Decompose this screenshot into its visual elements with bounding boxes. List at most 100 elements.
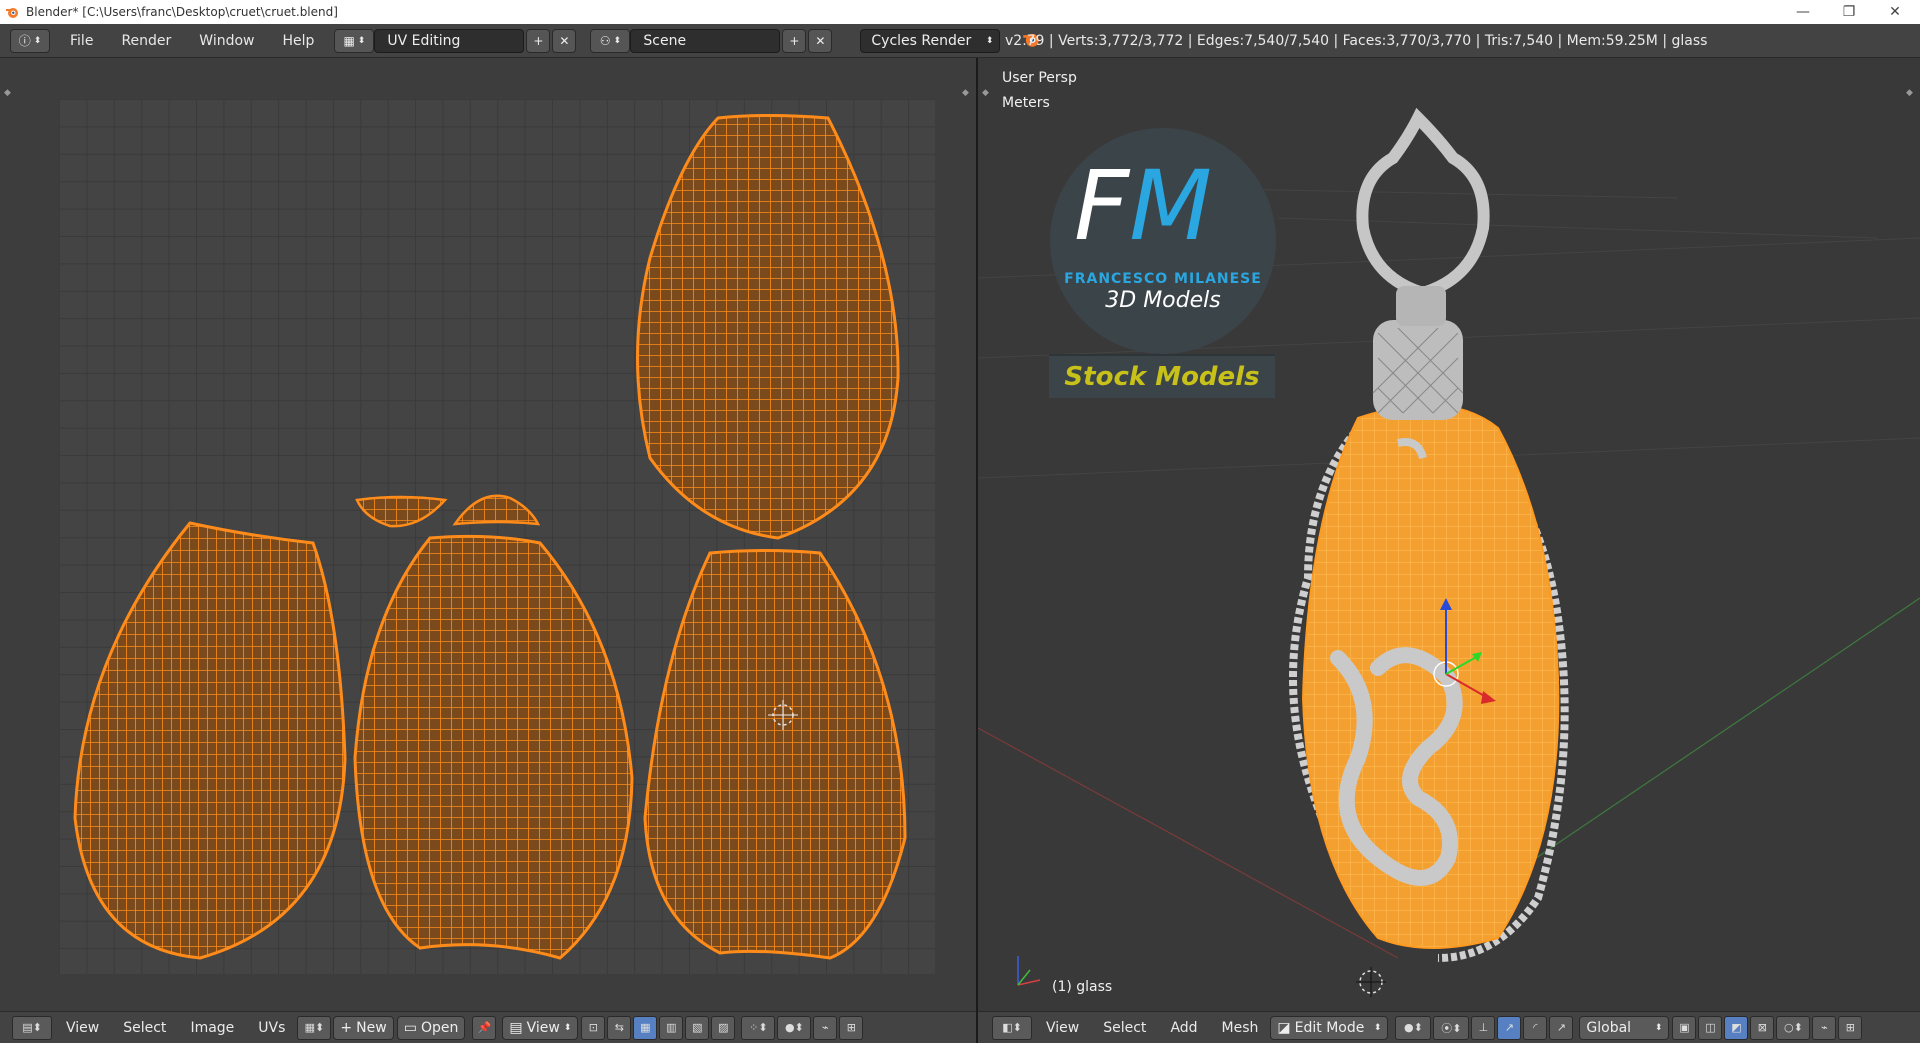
occlude-geometry-button[interactable]: ⊠ [1750, 1015, 1775, 1040]
image-browse-button[interactable]: ▦⬍ [297, 1015, 332, 1040]
bottle-body[interactable] [1301, 404, 1560, 949]
vertex-mode-icon: ◫ [1705, 1021, 1716, 1034]
view-mode-dropdown[interactable]: ▤ View ⬍ [502, 1015, 579, 1040]
uv-menu-uvs[interactable]: UVs [246, 1020, 297, 1036]
screen-layout-icon-button[interactable]: ▦ ⬍ [334, 28, 375, 53]
new-image-label: New [356, 1019, 387, 1036]
view-mode-label: View [526, 1019, 560, 1036]
menu-file[interactable]: File [56, 33, 107, 49]
scene-icon-button[interactable]: ⚇ ⬍ [590, 28, 631, 53]
snap-element-button[interactable]: ⊞ [839, 1015, 864, 1040]
rotate-manipulator[interactable]: ◜ [1523, 1015, 1548, 1040]
pivot-icon: ⊡ [588, 1021, 598, 1034]
updown-arrows-icon: ⬍ [563, 1022, 572, 1033]
3d-cursor[interactable] [1356, 967, 1386, 997]
add-scene-button[interactable]: + [782, 28, 807, 53]
face-mode-button[interactable]: ◩ [1724, 1015, 1749, 1040]
sticky-select-dropdown[interactable]: ⁘⬍ [741, 1015, 776, 1040]
island-select-button[interactable]: ▨ [711, 1015, 736, 1040]
editor-type-uv-button[interactable]: ▤⬍ [12, 1015, 52, 1040]
rotate-icon: ◜ [1533, 1021, 1538, 1034]
scale-manipulator[interactable]: ↗ [1549, 1015, 1574, 1040]
info-icon: ⓘ [18, 34, 31, 48]
window-titlebar: Blender* [C:\Users\franc\Desktop\cruet\c… [0, 0, 1920, 24]
3d-menu-add[interactable]: Add [1158, 1020, 1209, 1036]
scene-stats: v2.79 | Verts:3,772/3,772 | Edges:7,540/… [1005, 33, 1708, 49]
snap-target-button[interactable]: ⊞ [1838, 1015, 1863, 1040]
uv-island-top-right[interactable] [636, 114, 900, 540]
uv-image-editor[interactable]: ◆ ◆ [0, 58, 976, 1011]
fm-letter-f: F [1074, 150, 1130, 262]
open-image-label: Open [420, 1019, 459, 1036]
3d-menu-select[interactable]: Select [1091, 1020, 1158, 1036]
uv-island-cap-right[interactable] [452, 494, 541, 526]
vertex-mode-button[interactable]: ◫ [1698, 1015, 1723, 1040]
menu-window[interactable]: Window [185, 33, 268, 49]
uv-island-bottom-left[interactable] [73, 521, 347, 960]
updown-arrows-icon: ⬍ [613, 35, 622, 46]
edit-mode-icon: ◪ [1277, 1019, 1291, 1036]
close-button[interactable]: ✕ [1872, 0, 1918, 24]
uv-island-bottom-middle[interactable] [353, 534, 634, 960]
face-select-button[interactable]: ▧ [685, 1015, 710, 1040]
snap-target-icon: ⊞ [1845, 1021, 1856, 1034]
uv-menu-view[interactable]: View [54, 1020, 111, 1036]
minimize-button[interactable]: — [1780, 0, 1826, 24]
view-units-label: Meters [1002, 95, 1050, 111]
cube-icon: ◧⬍ [1002, 1021, 1022, 1034]
open-image-button[interactable]: ▭ Open [396, 1015, 466, 1040]
image-editor-icon: ▤⬍ [22, 1021, 42, 1034]
snap-element-icon: ⊞ [846, 1021, 856, 1034]
magnet-icon: ⌁ [1821, 1021, 1828, 1034]
menu-help[interactable]: Help [268, 33, 328, 49]
sync-select-button[interactable]: ⇆ [607, 1015, 632, 1040]
bottle-stopper [1356, 107, 1490, 300]
scene-dropdown[interactable]: Scene [630, 28, 781, 53]
pin-button[interactable]: 📌 [472, 1015, 497, 1040]
3d-menu-view[interactable]: View [1034, 1020, 1091, 1036]
editor-type-info-button[interactable]: ⓘ ⬍ [10, 28, 50, 53]
translate-manipulator[interactable]: ↗ [1497, 1015, 1522, 1040]
updown-arrows-icon: ⬍ [1654, 1022, 1663, 1033]
layer-button[interactable]: ▣ [1672, 1015, 1697, 1040]
add-screen-button[interactable]: + [526, 28, 551, 53]
snap-toggle-button[interactable]: ⌁ [813, 1015, 838, 1040]
editor-type-3d-button[interactable]: ◧⬍ [992, 1015, 1032, 1040]
viewport-shading-dropdown[interactable]: ●⬍ [1395, 1015, 1432, 1040]
pivot-point-dropdown[interactable]: ⦿⬍ [1433, 1015, 1470, 1040]
updown-arrows-icon: ⬍ [33, 35, 42, 46]
uv-menu-select[interactable]: Select [111, 1020, 178, 1036]
edge-select-icon: ▥ [666, 1021, 677, 1034]
proportional-edit-3d-dropdown[interactable]: ○⬍ [1776, 1015, 1811, 1040]
fm-letters: FM [1074, 158, 1212, 254]
snap-3d-toggle[interactable]: ⌁ [1812, 1015, 1837, 1040]
delete-screen-button[interactable]: ✕ [552, 28, 577, 53]
manipulator-toggle[interactable]: ⊥ [1471, 1015, 1496, 1040]
view-mode-icon: ▤ [509, 1019, 523, 1036]
interaction-mode-dropdown[interactable]: ◪ Edit Mode ⬍ [1270, 1015, 1389, 1040]
uv-island-bottom-right[interactable] [643, 549, 907, 960]
uv-islands[interactable] [0, 58, 976, 1011]
3d-view-header: ◧⬍ View Select Add Mesh ◪ Edit Mode ⬍ ●⬍ ⦿… [978, 1011, 1920, 1043]
edge-select-button[interactable]: ▥ [659, 1015, 684, 1040]
proportional-icon: ○⬍ [1783, 1021, 1803, 1034]
image-browse-icon: ▦⬍ [304, 1021, 325, 1034]
delete-scene-button[interactable]: ✕ [808, 28, 833, 53]
transform-orientation-dropdown[interactable]: Global ⬍ [1579, 1015, 1670, 1040]
scale-icon: ↗ [1556, 1021, 1567, 1034]
menu-render[interactable]: Render [107, 33, 185, 49]
3d-menu-mesh[interactable]: Mesh [1210, 1020, 1271, 1036]
proportional-edit-dropdown[interactable]: ●⬍ [777, 1015, 812, 1040]
new-image-button[interactable]: + New [333, 1015, 394, 1040]
scene-value: Scene [643, 32, 687, 49]
screen-layout-dropdown[interactable]: UV Editing [374, 28, 525, 53]
fm-logo-tagline: 3D Models [1105, 288, 1221, 313]
uv-menu-image[interactable]: Image [178, 1020, 246, 1036]
plus-icon: + [533, 33, 544, 48]
vertex-select-button[interactable]: ▦ [633, 1015, 658, 1040]
pivot-button[interactable]: ⊡ [581, 1015, 606, 1040]
uv-island-cap-left[interactable] [355, 495, 448, 528]
scene-icon: ⚇ [599, 33, 611, 48]
render-engine-dropdown[interactable]: Cycles Render ⬍ [860, 28, 1001, 53]
maximize-button[interactable]: ❐ [1826, 0, 1872, 24]
